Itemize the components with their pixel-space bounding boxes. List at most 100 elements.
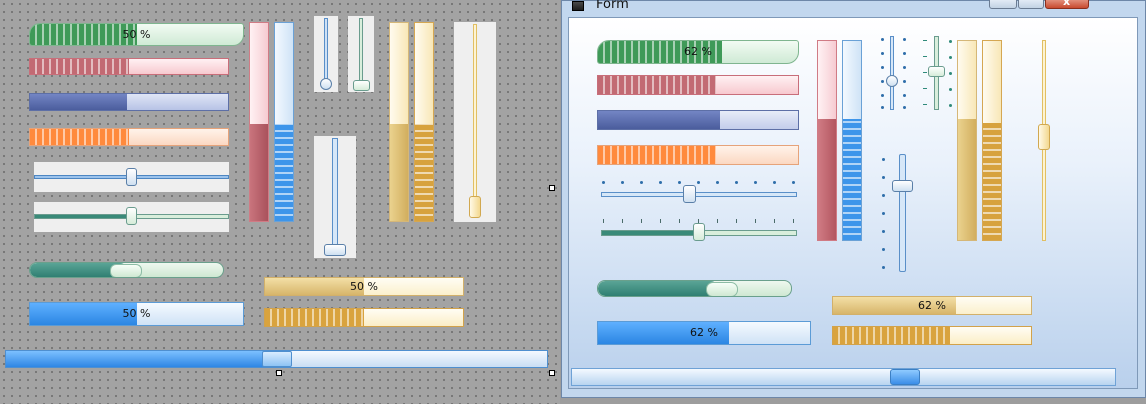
vertical-slider-3[interactable] [881,154,921,276]
slider-thumb[interactable] [683,185,696,203]
tan-progress-bar[interactable]: 50 % [264,277,464,296]
green-round-progress-bar[interactable]: 50 % [29,23,244,46]
slider-thumb[interactable] [1038,124,1050,150]
resize-handle[interactable] [549,185,555,191]
slider-tick-mark [659,181,662,184]
progress-fill [30,94,128,110]
progress-glow [110,264,142,277]
slider-tick-mark [641,219,642,223]
vertical-slider-1[interactable] [314,16,338,92]
slider-track [324,18,328,86]
blue-progress-bar[interactable]: 50 % [29,302,244,326]
blue-slider[interactable] [34,162,229,192]
slider-thumb[interactable] [886,75,898,87]
vertical-slider-1[interactable] [879,36,909,114]
gold-vertical-progress-bar[interactable] [982,40,1002,241]
slider-thumb[interactable] [469,196,481,218]
gold-vertical-progress-bar[interactable] [414,22,434,222]
slider-tick-mark [923,40,927,41]
form-client-area: 62 % 62 % 62 % [568,17,1138,389]
tan-vertical-progress-bar[interactable] [389,22,409,222]
slider-tick-mark [602,181,605,184]
slider-track [332,138,338,248]
slider-tick-mark [640,181,643,184]
slider-thumb[interactable] [928,66,945,77]
slider-tick-mark [678,181,681,184]
blue-progress-bar[interactable]: 62 % [597,321,811,345]
scrollbar-thumb[interactable] [890,369,920,385]
progress-fill [843,118,861,240]
gold-segmented-progress-bar[interactable] [832,326,1032,345]
slider-tick-mark [949,56,952,59]
scrollbar-fill [6,351,266,367]
tan-vertical-progress-bar[interactable] [957,40,977,241]
slider-thumb[interactable] [892,180,913,192]
progress-fill [415,123,433,221]
progress-label: 50 % [122,307,151,320]
progress-label: 50 % [122,28,151,41]
slider-tick-mark [716,181,719,184]
teal-round-progress-bar[interactable] [29,262,224,278]
slider-tick-mark [881,106,884,109]
blue-vertical-progress-bar[interactable] [274,22,294,222]
resize-handle[interactable] [276,370,282,376]
slider-tick-mark [882,266,885,269]
red-progress-bar[interactable] [597,75,799,95]
vertical-slider-3[interactable] [314,136,356,258]
form-window-icon [572,1,584,11]
red-progress-bar[interactable] [29,58,229,75]
form-horizontal-scrollbar[interactable] [571,368,1116,386]
slider-thumb[interactable] [320,78,332,90]
slider-thumb[interactable] [126,207,137,225]
green-round-progress-bar[interactable]: 62 % [597,40,799,64]
gold-segmented-progress-bar[interactable] [264,308,464,327]
slider-tick-mark [903,80,906,83]
vertical-slider-2[interactable] [348,16,374,92]
slider-tick-mark [881,94,884,97]
red-vertical-progress-bar[interactable] [817,40,837,241]
vertical-slider-4[interactable] [454,22,496,222]
scrollbar-thumb[interactable] [262,351,292,367]
progress-fill [958,118,976,240]
blue-slider[interactable] [601,178,799,208]
progress-fill [983,122,1001,240]
slider-tick-mark [882,176,885,179]
teal-round-progress-bar[interactable] [597,280,792,297]
close-icon[interactable]: x [1045,0,1089,9]
orange-progress-bar[interactable] [597,145,799,165]
dark-blue-progress-bar[interactable] [597,110,799,130]
form-window[interactable]: Form x 62 % 62 % 62 % [561,0,1146,398]
slider-thumb[interactable] [126,168,137,186]
slider-thumb[interactable] [693,223,705,241]
slider-tick-mark [660,219,661,223]
blue-vertical-progress-bar[interactable] [842,40,862,241]
vertical-slider-2[interactable] [921,36,955,114]
progress-fill [818,118,836,240]
vertical-slider-4[interactable] [1034,40,1054,241]
slider-tick-mark [882,248,885,251]
maximize-icon[interactable] [1018,0,1044,9]
dark-blue-progress-bar[interactable] [29,93,229,111]
slider-thumb[interactable] [324,244,346,256]
slider-tick-mark [881,38,884,41]
tan-progress-bar[interactable]: 62 % [832,296,1032,315]
slider-tick-mark [949,72,952,75]
designer-horizontal-scrollbar[interactable] [5,350,548,368]
resize-handle[interactable] [549,370,555,376]
slider-tick-mark [903,66,906,69]
slider-tick-mark [903,106,906,109]
red-vertical-progress-bar[interactable] [249,22,269,222]
slider-track [890,36,894,110]
slider-tick-mark [881,80,884,83]
slider-tick-mark [881,66,884,69]
slider-thumb[interactable] [353,80,370,91]
green-slider[interactable] [601,216,799,246]
green-slider[interactable] [34,202,229,232]
slider-tick-mark [792,181,795,184]
designer-surface: 50 % 50 % 50 % [0,0,560,404]
title-bar[interactable]: Form x [562,0,1145,15]
slider-tick-mark [949,88,952,91]
orange-progress-bar[interactable] [29,128,229,146]
minimize-icon[interactable] [989,0,1017,9]
progress-fill [598,76,716,94]
